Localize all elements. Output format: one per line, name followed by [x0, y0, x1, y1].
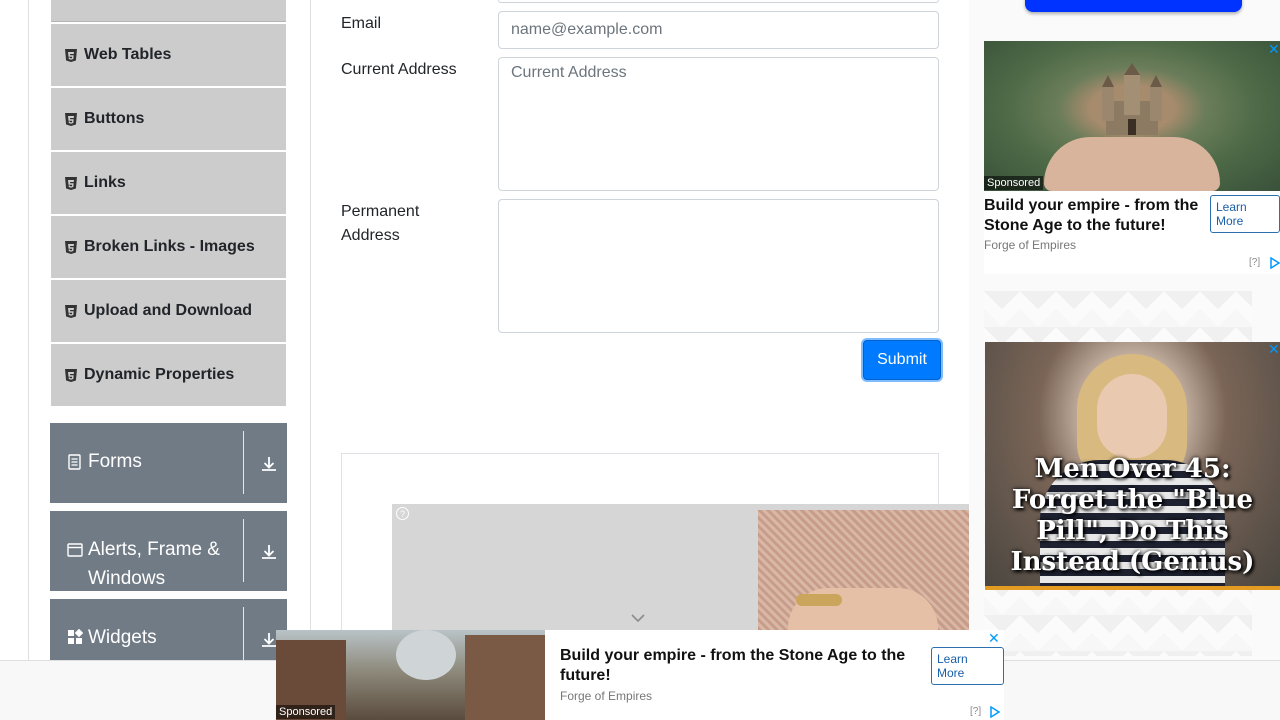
- current-address-field[interactable]: [498, 57, 939, 191]
- bottom-ad[interactable]: Sponsored Build your empire - from the S…: [276, 630, 1004, 720]
- chevron-down-icon[interactable]: [630, 612, 646, 624]
- sidebar-item-web-tables[interactable]: Web Tables: [51, 24, 286, 86]
- close-icon[interactable]: ✕: [1268, 42, 1280, 56]
- learn-more-button[interactable]: Learn More: [931, 647, 1004, 685]
- widgets-icon: [68, 629, 83, 644]
- image-hands: [1044, 137, 1220, 191]
- adchoices-icon[interactable]: [1270, 257, 1280, 269]
- group-separator: [243, 431, 244, 494]
- download-icon[interactable]: [260, 455, 278, 473]
- html5-icon: [65, 48, 77, 62]
- page: Web Tables Buttons Links Broken Links - …: [0, 0, 1280, 720]
- html5-icon: [65, 304, 77, 318]
- sidebar-item-label: Upload and Download: [84, 302, 252, 319]
- sponsored-label: Sponsored: [984, 176, 1044, 190]
- html5-icon: [65, 240, 77, 254]
- email-field[interactable]: [498, 11, 939, 49]
- ad-top-button[interactable]: [1025, 0, 1242, 12]
- adchoices-icon[interactable]: [990, 706, 1000, 718]
- permanent-address-field[interactable]: [498, 199, 939, 333]
- side-ad-2[interactable]: Men Over 45: Forget the "Blue Pill", Do …: [985, 342, 1280, 590]
- submit-button[interactable]: Submit: [863, 340, 941, 380]
- sidebar-item-dynamic-properties[interactable]: Dynamic Properties: [51, 344, 286, 406]
- html5-icon: [65, 368, 77, 382]
- group-separator: [243, 607, 244, 660]
- help-icon[interactable]: ?: [396, 507, 409, 520]
- side-ad-title[interactable]: Build your empire - from the Stone Age t…: [984, 196, 1204, 236]
- castle-icon: [1102, 63, 1162, 135]
- bottom-ad-source[interactable]: Forge of Empires: [560, 689, 652, 703]
- video-ad-image[interactable]: [758, 510, 969, 634]
- image-watch: [796, 594, 842, 606]
- image-smoke: [396, 630, 456, 680]
- sidebar-group-label: Forms: [88, 451, 142, 472]
- side-ad-source[interactable]: Forge of Empires: [984, 238, 1076, 252]
- current-address-label: Current Address: [341, 61, 457, 78]
- html5-icon: [65, 112, 77, 126]
- sidebar-item-partial[interactable]: [51, 0, 286, 22]
- sidebar-item-links[interactable]: Links: [51, 152, 286, 214]
- email-label: Email: [341, 15, 382, 32]
- sidebar-divider: [310, 0, 311, 660]
- close-icon[interactable]: ✕: [1268, 342, 1280, 356]
- image-face: [1097, 374, 1167, 458]
- adchoices-link[interactable]: [?]: [1249, 257, 1260, 268]
- video-ad[interactable]: ?: [392, 504, 969, 634]
- close-icon[interactable]: ✕: [988, 631, 1000, 645]
- sidebar-group-forms[interactable]: Forms: [50, 423, 287, 503]
- html5-icon: [65, 176, 77, 190]
- sidebar-group-label: Widgets: [88, 627, 157, 648]
- sponsored-label: Sponsored: [276, 705, 336, 719]
- sidebar-group-label: Alerts, Frame & Windows: [88, 539, 220, 589]
- sidebar-left-border: [28, 0, 29, 660]
- previous-input-edge[interactable]: [498, 0, 939, 3]
- image-building: [465, 635, 545, 720]
- group-separator: [243, 519, 244, 582]
- sidebar-item-broken-links[interactable]: Broken Links - Images: [51, 216, 286, 278]
- download-icon[interactable]: [260, 543, 278, 561]
- bottom-ad-title[interactable]: Build your empire - from the Stone Age t…: [560, 646, 930, 686]
- side-ad[interactable]: Sponsored Build your empire - from the S…: [984, 41, 1280, 274]
- sidebar-item-buttons[interactable]: Buttons: [51, 88, 286, 150]
- document-icon: [68, 454, 81, 470]
- sidebar-group-widgets[interactable]: Widgets: [50, 599, 287, 660]
- window-icon: [67, 543, 83, 557]
- side-ad-image[interactable]: [984, 41, 1280, 191]
- sidebar-item-label: Dynamic Properties: [84, 366, 235, 383]
- sidebar-item-label: Web Tables: [84, 46, 172, 63]
- sidebar-item-label: Links: [84, 174, 126, 191]
- sidebar-item-label: Buttons: [84, 110, 145, 127]
- learn-more-button[interactable]: Learn More: [1210, 195, 1280, 233]
- adchoices-link[interactable]: [?]: [970, 706, 981, 717]
- side-ad-2-headline[interactable]: Men Over 45: Forget the "Blue Pill", Do …: [991, 454, 1274, 578]
- sidebar-group-alerts[interactable]: Alerts, Frame & Windows: [50, 511, 287, 591]
- sidebar-item-upload-download[interactable]: Upload and Download: [51, 280, 286, 342]
- permanent-address-label: Permanent Address: [341, 203, 420, 244]
- sidebar-item-label: Broken Links - Images: [84, 238, 255, 255]
